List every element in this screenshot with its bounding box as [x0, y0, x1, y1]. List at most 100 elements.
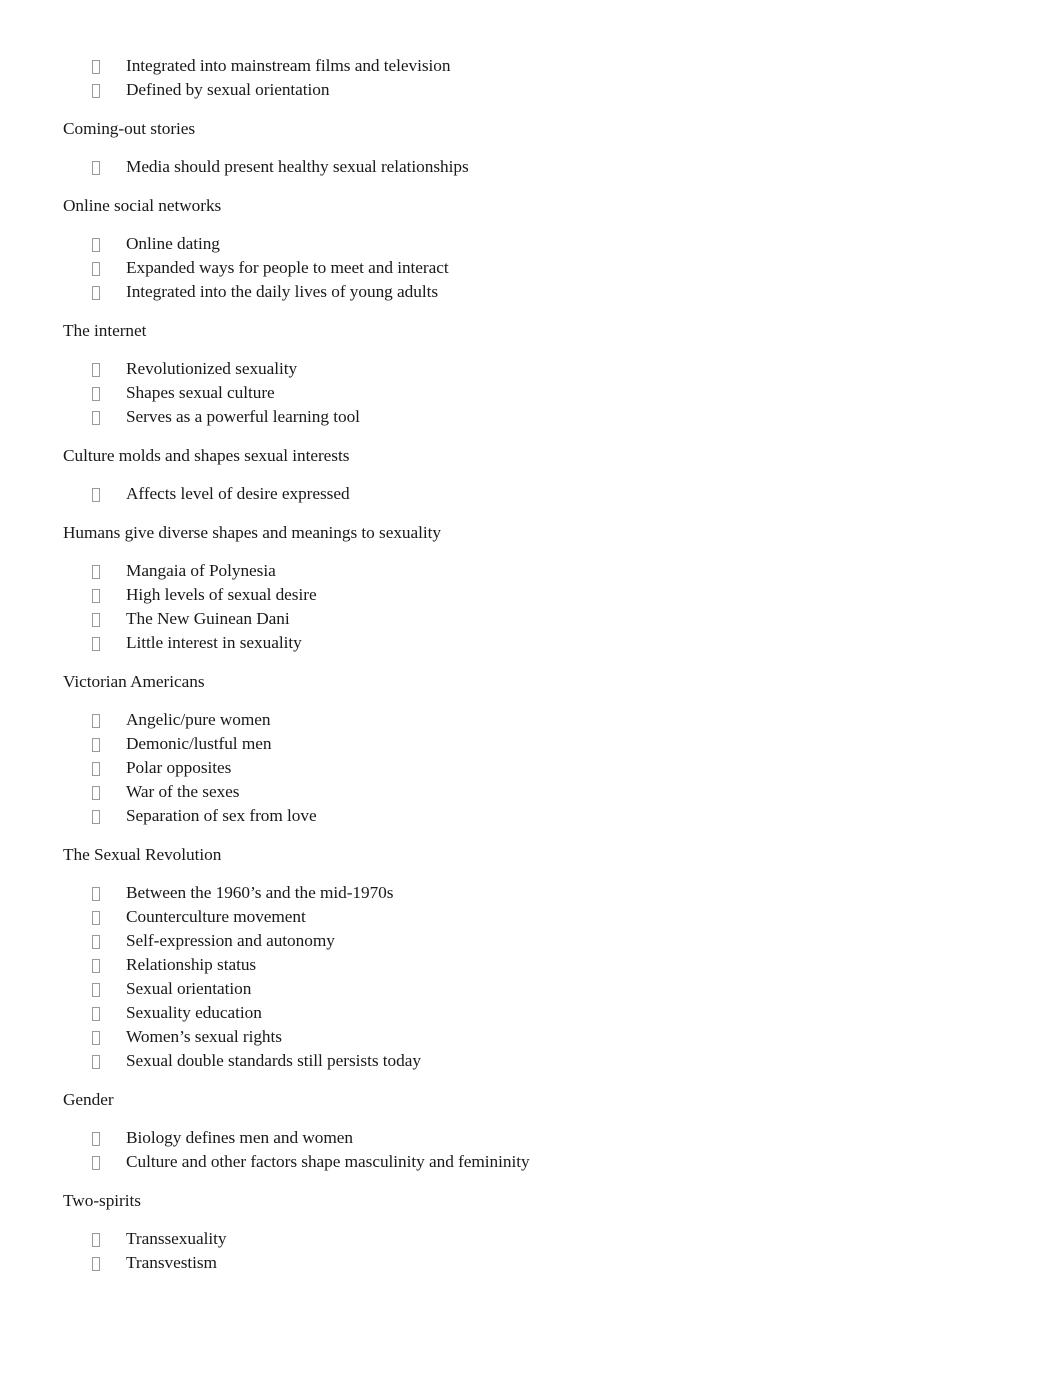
list-item: High levels of sexual desire — [63, 585, 999, 609]
list-item-label: Transvestism — [126, 1253, 217, 1272]
bullets-gender: Biology defines men and women Culture and… — [63, 1128, 999, 1176]
heading-label: The Sexual Revolution — [63, 844, 222, 864]
missing-glyph-box-icon — [92, 883, 126, 907]
missing-glyph-box-icon — [92, 80, 126, 104]
list-item-label: Little interest in sexuality — [126, 633, 302, 652]
missing-glyph-box-icon — [92, 979, 126, 1003]
list-item: Sexual orientation — [63, 979, 999, 1003]
missing-glyph-box-icon — [92, 1003, 126, 1027]
missing-glyph-box-icon — [92, 585, 126, 609]
missing-glyph-box-icon — [92, 383, 126, 407]
heading-label: Coming-out stories — [63, 118, 196, 138]
list-item: Little interest in sexuality — [63, 633, 999, 657]
missing-glyph-box-icon — [92, 931, 126, 955]
list-item-label: Between the 1960’s and the mid-1970s — [126, 883, 394, 902]
missing-glyph-box-icon — [92, 782, 126, 806]
list-item-label: Sexual double standards still persists t… — [126, 1051, 421, 1070]
list-item: Serves as a powerful learning tool — [63, 407, 999, 431]
missing-glyph-box-icon — [92, 282, 126, 306]
list-item: Transvestism — [63, 1253, 999, 1277]
missing-glyph-box-icon — [92, 258, 126, 282]
missing-glyph-box-icon — [92, 484, 126, 508]
bullets-victorian-americans: Angelic/pure women Demonic/lustful men Pol… — [63, 710, 999, 830]
heading-label: Online social networks — [63, 195, 222, 215]
list-item-label: Counterculture movement — [126, 907, 306, 926]
bullets-the-sexual-revolution: Between the 1960’s and the mid-1970s Coun… — [63, 883, 999, 1075]
heading-the-internet: The internet — [63, 321, 999, 345]
missing-glyph-box-icon — [92, 234, 126, 258]
list-item-label: Biology defines men and women — [126, 1128, 354, 1147]
list-item: Expanded ways for people to meet and int… — [63, 258, 999, 282]
list-item: Media should present healthy sexual rela… — [63, 157, 999, 181]
list-item: Mangaia of Polynesia — [63, 561, 999, 585]
list-item: Sexual double standards still persists t… — [63, 1051, 999, 1075]
list-item-label: Mangaia of Polynesia — [126, 561, 276, 580]
list-item-label: Online dating — [126, 234, 220, 253]
list-item-label: Expanded ways for people to meet and int… — [126, 258, 449, 277]
list-item: Separation of sex from love — [63, 806, 999, 830]
list-item-label: Serves as a powerful learning tool — [126, 407, 360, 426]
list-item-label: Angelic/pure women — [126, 710, 271, 729]
missing-glyph-box-icon — [92, 1253, 126, 1277]
list-item: Integrated into the daily lives of young… — [63, 282, 999, 306]
heading-the-sexual-revolution: The Sexual Revolution — [63, 845, 999, 869]
missing-glyph-box-icon — [92, 157, 126, 181]
list-item: Angelic/pure women — [63, 710, 999, 734]
bullets-coming-out-stories: Media should present healthy sexual rela… — [63, 157, 999, 181]
bullets-culture-molds: Affects level of desire expressed — [63, 484, 999, 508]
heading-label: The internet — [63, 320, 147, 340]
list-item: Women’s sexual rights — [63, 1027, 999, 1051]
list-item: Online dating — [63, 234, 999, 258]
heading-humans-give-diverse-shapes: Humans give diverse shapes and meanings … — [63, 523, 999, 547]
missing-glyph-box-icon — [92, 1027, 126, 1051]
heading-label: Gender — [63, 1089, 114, 1109]
heading-culture-molds: Culture molds and shapes sexual interest… — [63, 446, 999, 470]
heading-label: Humans give diverse shapes and meanings … — [63, 522, 441, 542]
list-item: Polar opposites — [63, 758, 999, 782]
list-item: Relationship status — [63, 955, 999, 979]
list-item: Integrated into mainstream films and tel… — [63, 56, 999, 80]
list-item: Between the 1960’s and the mid-1970s — [63, 883, 999, 907]
document-page: Integrated into mainstream films and tel… — [0, 0, 1062, 1376]
list-item-label: Shapes sexual culture — [126, 383, 275, 402]
missing-glyph-box-icon — [92, 407, 126, 431]
document-body: Integrated into mainstream films and tel… — [63, 56, 999, 1277]
missing-glyph-box-icon — [92, 359, 126, 383]
list-item: Affects level of desire expressed — [63, 484, 999, 508]
list-item-label: Defined by sexual orientation — [126, 80, 330, 99]
list-item-label: Integrated into the daily lives of young… — [126, 282, 439, 301]
list-item-label: Self-expression and autonomy — [126, 931, 335, 950]
missing-glyph-box-icon — [92, 710, 126, 734]
heading-label: Victorian Americans — [63, 671, 205, 691]
list-item: Counterculture movement — [63, 907, 999, 931]
bullets-the-internet: Revolutionized sexuality Shapes sexual cu… — [63, 359, 999, 431]
missing-glyph-box-icon — [92, 1229, 126, 1253]
list-item-label: Sexual orientation — [126, 979, 252, 998]
list-item-label: Transsexuality — [126, 1229, 227, 1248]
list-item-label: Revolutionized sexuality — [126, 359, 298, 378]
heading-two-spirits: Two-spirits — [63, 1191, 999, 1215]
bullets-online-social-networks: Online dating Expanded ways for people to… — [63, 234, 999, 306]
list-item: The New Guinean Dani — [63, 609, 999, 633]
heading-label: Culture molds and shapes sexual interest… — [63, 445, 350, 465]
missing-glyph-box-icon — [92, 955, 126, 979]
list-item-label: Women’s sexual rights — [126, 1027, 282, 1046]
list-item-label: War of the sexes — [126, 782, 240, 801]
heading-coming-out-stories: Coming-out stories — [63, 119, 999, 143]
list-item: Sexuality education — [63, 1003, 999, 1027]
list-item-label: High levels of sexual desire — [126, 585, 317, 604]
list-item: Demonic/lustful men — [63, 734, 999, 758]
missing-glyph-box-icon — [92, 56, 126, 80]
orphan-bullet-group: Integrated into mainstream films and tel… — [63, 56, 999, 104]
list-item: Transsexuality — [63, 1229, 999, 1253]
heading-victorian-americans: Victorian Americans — [63, 672, 999, 696]
list-item-label: The New Guinean Dani — [126, 609, 290, 628]
list-item-label: Sexuality education — [126, 1003, 262, 1022]
list-item: Shapes sexual culture — [63, 383, 999, 407]
list-item-label: Relationship status — [126, 955, 257, 974]
list-item-label: Separation of sex from love — [126, 806, 317, 825]
list-item-label: Culture and other factors shape masculin… — [126, 1152, 530, 1171]
heading-online-social-networks: Online social networks — [63, 196, 999, 220]
missing-glyph-box-icon — [92, 609, 126, 633]
heading-label: Two-spirits — [63, 1190, 141, 1210]
